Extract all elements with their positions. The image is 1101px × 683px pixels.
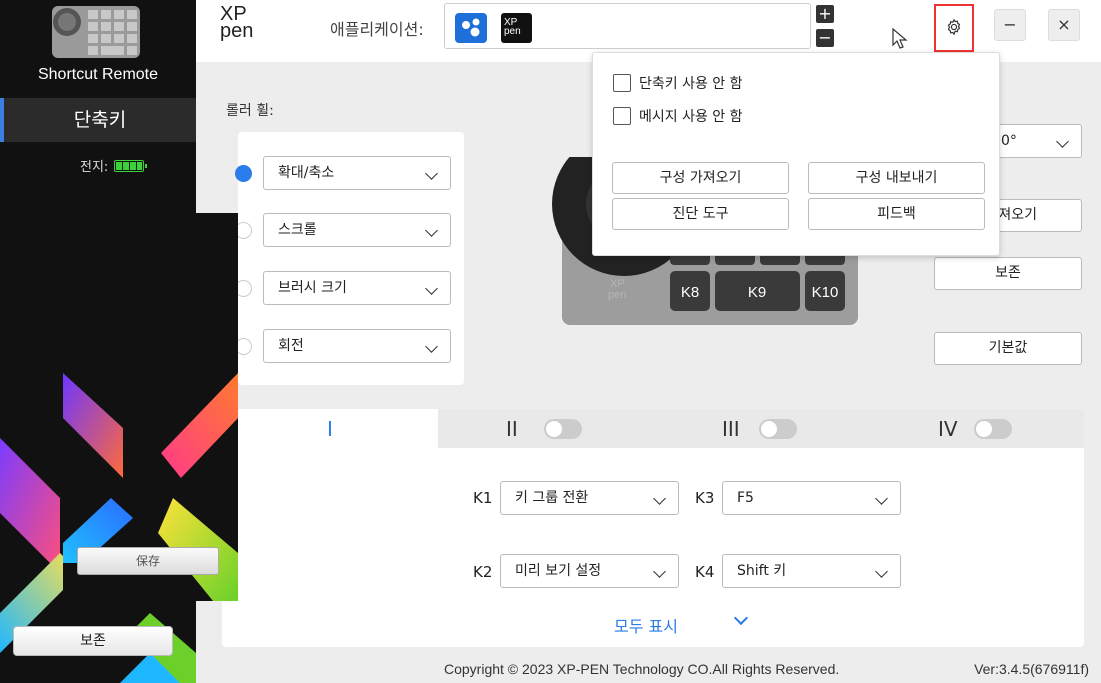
app-icon-line2: pen	[504, 26, 521, 37]
key-settings-panel: I II III IV K1 키 그룹 전환 K3 F5 K2 미리 보기 설정…	[222, 409, 1084, 647]
overlay-background-art	[63, 373, 238, 601]
show-all-link[interactable]: 모두 표시	[614, 613, 678, 637]
application-label: 애플리케이션:	[330, 20, 424, 39]
chevron-down-icon	[425, 340, 438, 353]
checkbox-label: 단축키 사용 안 함	[639, 76, 743, 92]
chevron-down-icon	[875, 565, 888, 578]
import-config-button[interactable]: 구성 가져오기	[612, 162, 789, 194]
overlay-save-button[interactable]: 保存	[77, 547, 219, 575]
application-list[interactable]: XP pen	[444, 3, 811, 49]
add-app-button[interactable]: +	[816, 5, 834, 23]
tab-group-3[interactable]: III	[722, 409, 740, 448]
roller-option: 스크롤	[235, 213, 464, 247]
settings-popup: 단축키 사용 안 함 메시지 사용 안 함 구성 가져오기 구성 내보내기 진단…	[592, 52, 1000, 256]
export-config-button[interactable]: 구성 내보내기	[808, 162, 985, 194]
chevron-down-icon	[425, 224, 438, 237]
chevron-down-icon[interactable]	[733, 610, 749, 626]
chevron-down-icon	[653, 492, 666, 505]
key-label: K4	[695, 563, 715, 581]
dots-icon	[462, 18, 480, 37]
device-key-label: K9	[748, 284, 766, 301]
key-action-value: 미리 보기 설정	[515, 563, 602, 579]
roller-option: 회전	[235, 329, 464, 363]
feedback-button[interactable]: 피드백	[808, 198, 985, 230]
tab-group-3-toggle[interactable]	[759, 419, 797, 439]
remove-app-button[interactable]: −	[816, 29, 834, 47]
chevron-down-icon	[425, 282, 438, 295]
battery-status: 전지:	[80, 156, 148, 175]
chevron-down-icon	[425, 167, 438, 180]
close-button[interactable]: ×	[1048, 9, 1080, 41]
key-action-select[interactable]: Shift 키	[722, 554, 901, 588]
sidebar-save-button[interactable]: 보존	[13, 626, 173, 656]
roller-select[interactable]: 브러시 크기	[263, 271, 451, 305]
disable-shortcut-checkbox[interactable]: 단축키 사용 안 함	[613, 73, 743, 93]
copyright-text: Copyright © 2023 XP-PEN Technology CO.Al…	[444, 661, 840, 677]
roller-option: 브러시 크기	[235, 271, 464, 305]
device-logo-line2: pen	[608, 289, 626, 301]
disable-message-checkbox[interactable]: 메시지 사용 안 함	[613, 106, 743, 126]
battery-label: 전지:	[80, 160, 109, 175]
chevron-down-icon	[1056, 135, 1069, 148]
rotation-select-value: 0°	[1001, 133, 1017, 149]
app-icon-all[interactable]	[455, 13, 487, 43]
version-text: Ver:3.4.5(676911f)	[974, 661, 1089, 677]
key-action-value: F5	[737, 490, 754, 506]
sidebar-tab-shortcut[interactable]: 단축키	[0, 98, 196, 142]
chevron-down-icon	[653, 565, 666, 578]
key-action-select[interactable]: F5	[722, 481, 901, 515]
key-action-value: Shift 키	[737, 563, 787, 579]
roller-select[interactable]: 확대/축소	[263, 156, 451, 190]
default-button[interactable]: 기본값	[934, 332, 1082, 365]
gear-icon	[947, 18, 961, 36]
tab-group-4[interactable]: IV	[938, 409, 958, 448]
mouse-cursor-icon	[892, 28, 908, 49]
key-label: K3	[695, 489, 715, 507]
app-window: Shortcut Remote 단축키 전지: 보존 XP pen 애플리케이션…	[0, 0, 1101, 683]
xppen-logo: XP pen	[220, 4, 260, 42]
roller-wheel-label: 롤러 휠:	[226, 103, 274, 119]
device-thumbnail-icon[interactable]	[52, 4, 140, 60]
key-label: K1	[473, 489, 493, 507]
save-button[interactable]: 보존	[934, 257, 1082, 290]
roller-option: 확대/축소	[235, 156, 464, 190]
checkbox-box[interactable]	[613, 107, 631, 125]
roller-select-value: 회전	[278, 338, 304, 354]
settings-button[interactable]	[934, 4, 974, 52]
device-key-label: K8	[681, 284, 699, 301]
tab-group-2-toggle[interactable]	[544, 419, 582, 439]
chevron-down-icon	[875, 492, 888, 505]
key-label: K2	[473, 563, 493, 581]
checkbox-label: 메시지 사용 안 함	[639, 109, 743, 125]
roller-select-value: 브러시 크기	[278, 280, 347, 296]
roller-select-value: 확대/축소	[278, 165, 335, 181]
tab-group-2[interactable]: II	[506, 409, 518, 448]
device-key-label: K10	[812, 284, 839, 301]
roller-select[interactable]: 스크롤	[263, 213, 451, 247]
logo-line2: pen	[220, 20, 254, 42]
floating-overlay: 保存	[63, 213, 238, 601]
key-group-tabs: I II III IV	[222, 409, 1084, 448]
battery-icon	[114, 159, 148, 172]
roller-select-value: 스크롤	[278, 222, 317, 238]
diagnostic-tool-button[interactable]: 진단 도구	[612, 198, 789, 230]
roller-options-panel: 확대/축소 스크롤 브러시 크기 회전	[235, 132, 464, 385]
device-name: Shortcut Remote	[37, 66, 159, 83]
rotation-select[interactable]: 0°	[986, 124, 1082, 158]
roller-radio[interactable]	[235, 165, 252, 182]
roller-select[interactable]: 회전	[263, 329, 451, 363]
key-action-value: 키 그룹 전환	[515, 490, 589, 506]
key-action-select[interactable]: 키 그룹 전환	[500, 481, 679, 515]
tab-group-4-toggle[interactable]	[974, 419, 1012, 439]
tab-group-1[interactable]: I	[222, 409, 438, 448]
footer: Copyright © 2023 XP-PEN Technology CO.Al…	[196, 659, 1101, 683]
minimize-button[interactable]: −	[994, 9, 1026, 41]
checkbox-box[interactable]	[613, 74, 631, 92]
app-icon-xppen[interactable]: XP pen	[501, 13, 532, 43]
key-action-select[interactable]: 미리 보기 설정	[500, 554, 679, 588]
